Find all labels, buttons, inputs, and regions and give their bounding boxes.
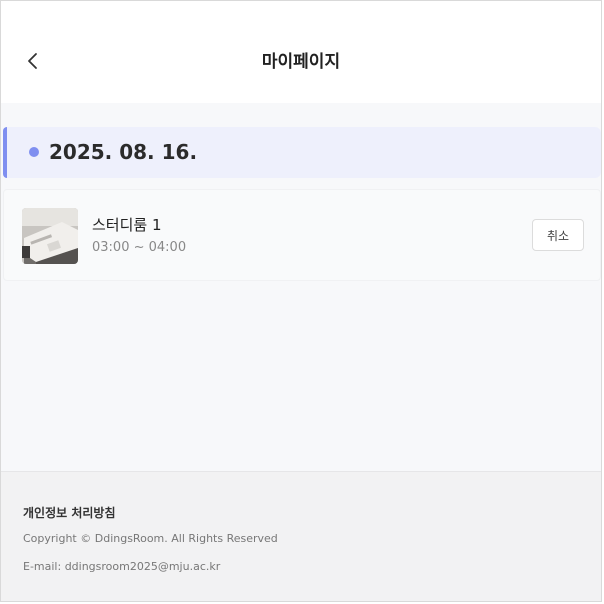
reservation-list: 2025. 08. 16. 스터디룸 1 03:00 ~ 04:00 취소	[1, 103, 601, 471]
privacy-policy-link[interactable]: 개인정보 처리방침	[23, 504, 116, 521]
copyright-text: Copyright © DdingsRoom. All Rights Reser…	[23, 532, 278, 545]
footer: 개인정보 처리방침 Copyright © DdingsRoom. All Ri…	[1, 471, 601, 601]
room-photo-image	[22, 208, 78, 264]
header: 마이페이지	[1, 1, 601, 103]
date-dot	[29, 147, 39, 157]
room-thumbnail	[22, 208, 78, 264]
reservation-time: 03:00 ~ 04:00	[92, 240, 187, 255]
page-title: 마이페이지	[261, 52, 341, 72]
app-frame: 마이페이지 2025. 08. 16. 스터디룸 1 03:00 ~ 04:00…	[0, 0, 602, 602]
date-banner: 2025. 08. 16.	[3, 127, 601, 178]
cancel-button[interactable]: 취소	[532, 219, 584, 251]
reservation-date: 2025. 08. 16.	[49, 140, 198, 164]
contact-email: E-mail: ddingsroom2025@mju.ac.kr	[23, 560, 221, 573]
room-name: 스터디룸 1	[92, 216, 162, 234]
reservation-card: 스터디룸 1 03:00 ~ 04:00 취소	[3, 189, 601, 281]
